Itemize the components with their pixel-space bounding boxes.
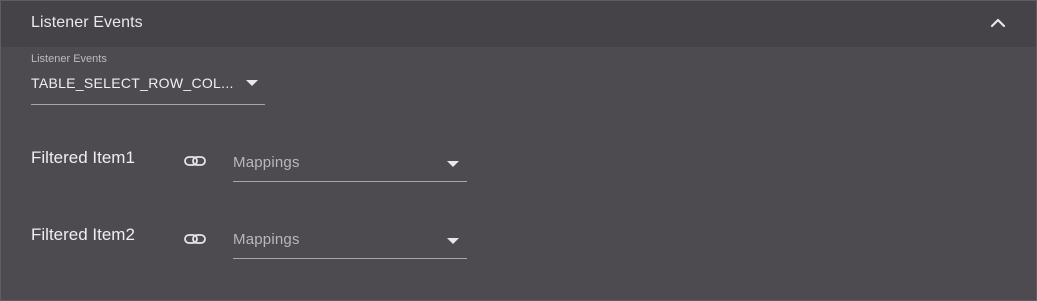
mappings-placeholder: Mappings <box>233 231 300 248</box>
mappings-placeholder: Mappings <box>233 154 300 171</box>
caret-down-icon <box>447 161 459 167</box>
listener-events-selected-value: TABLE_SELECT_ROW_COL... <box>31 75 234 91</box>
link-icon[interactable] <box>183 231 209 247</box>
panel-header[interactable]: Listener Events <box>1 1 1036 47</box>
filtered-item-label: Filtered Item1 <box>31 148 135 167</box>
caret-down-icon <box>447 238 459 244</box>
mappings-select[interactable]: Mappings <box>233 147 467 182</box>
listener-events-panel: Listener Events Listener Events TABLE_SE… <box>0 0 1037 301</box>
collapse-button[interactable] <box>986 13 1010 33</box>
chevron-up-icon <box>990 18 1006 28</box>
listener-events-select[interactable]: TABLE_SELECT_ROW_COL... <box>31 67 265 105</box>
panel-title: Listener Events <box>31 14 143 31</box>
mappings-select[interactable]: Mappings <box>233 224 467 259</box>
link-icon[interactable] <box>183 153 209 169</box>
listener-events-field-label: Listener Events <box>31 53 107 65</box>
caret-down-icon <box>246 80 258 86</box>
filtered-item-label: Filtered Item2 <box>31 225 135 244</box>
